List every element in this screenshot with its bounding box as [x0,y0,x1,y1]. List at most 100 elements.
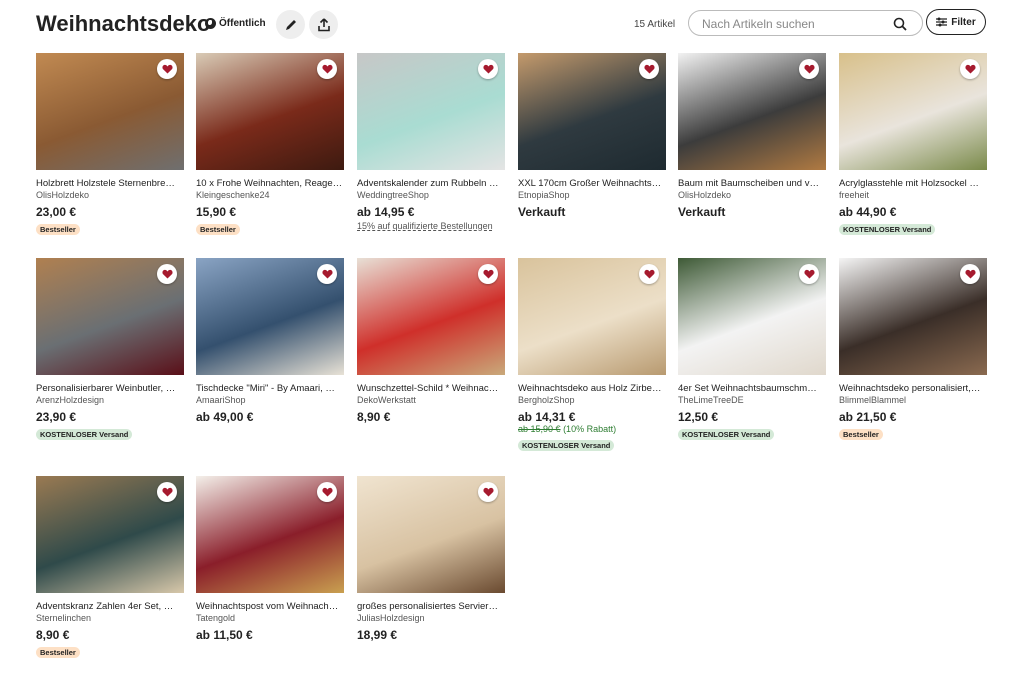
favorite-button[interactable] [799,264,819,284]
shop-name[interactable]: OlisHolzdeko [678,190,826,201]
listing-card[interactable]: XXL 170cm Großer Weihnachts… EtnopiaShop V… [518,53,666,219]
listing-title[interactable]: 4er Set Weihnachtsbaumschm… [678,383,826,395]
listing-badge: Bestseller [839,429,883,440]
shop-name[interactable]: ArenzHolzdesign [36,395,184,406]
favorite-button[interactable] [157,482,177,502]
listing-title[interactable]: Personalisierbarer Weinbutler, … [36,383,184,395]
listing-image[interactable] [36,258,184,375]
shop-name[interactable]: Sternelinchen [36,613,184,624]
favorite-button[interactable] [639,59,659,79]
filter-button[interactable]: Filter [926,9,986,35]
listing-card[interactable]: Baum mit Baumscheiben und v… OlisHolzdeko… [678,53,826,219]
listing-image[interactable] [36,53,184,170]
listing-title[interactable]: Tischdecke "Miri" - By Amaari, … [196,383,344,395]
listing-card[interactable]: Tischdecke "Miri" - By Amaari, … AmaariSh… [196,258,344,424]
listing-price: ab 49,00 € [196,410,254,424]
listing-title[interactable]: Adventskranz Zahlen 4er Set, … [36,601,184,613]
promo-text[interactable]: 15% auf qualifizierte Bestellungen [357,221,505,232]
listing-image[interactable] [357,258,505,375]
shop-name[interactable]: Kleingeschenke24 [196,190,344,201]
listing-card[interactable]: Acrylglasstehle mit Holzsockel … freeheit… [839,53,987,237]
listing-image[interactable] [839,53,987,170]
favorite-button[interactable] [478,59,498,79]
favorite-button[interactable] [157,264,177,284]
listing-card[interactable]: großes personalisiertes Servier… JuliasHo… [357,476,505,642]
heart-icon [643,64,655,74]
listing-image[interactable] [196,476,344,593]
listing-image[interactable] [518,53,666,170]
listing-image[interactable] [839,258,987,375]
favorite-button[interactable] [639,264,659,284]
shop-name[interactable]: AmaariShop [196,395,344,406]
listing-title[interactable]: Weihnachtsdeko aus Holz Zirbe… [518,383,666,395]
listing-image[interactable] [678,258,826,375]
search-input[interactable] [702,16,882,31]
listing-image[interactable] [196,258,344,375]
favorite-button[interactable] [960,59,980,79]
listing-card[interactable]: Personalisierbarer Weinbutler, … ArenzHol… [36,258,184,442]
listing-title[interactable]: XXL 170cm Großer Weihnachts… [518,178,666,190]
discount-label: (10% Rabatt) [563,424,617,434]
visibility-toggle[interactable]: Öffentlich [205,18,266,29]
listing-card[interactable]: Adventskranz Zahlen 4er Set, … Sternelinc… [36,476,184,660]
shop-name[interactable]: BlimmelBlammel [839,395,987,406]
favorite-button[interactable] [799,59,819,79]
listing-image[interactable] [36,476,184,593]
heart-icon [964,64,976,74]
heart-icon [482,487,494,497]
listing-title[interactable]: Adventskalender zum Rubbeln … [357,178,505,190]
heart-icon [321,269,333,279]
shop-name[interactable]: WeddingtreeShop [357,190,505,201]
heart-icon [161,269,173,279]
shop-name[interactable]: JuliasHolzdesign [357,613,505,624]
listing-price: 8,90 € [36,628,70,642]
listing-price: ab 44,90 € [839,205,897,219]
shop-name[interactable]: freeheit [839,190,987,201]
listing-card[interactable]: Holzbrett Holzstele Sternenbre… OlisHolzd… [36,53,184,237]
listing-image[interactable] [196,53,344,170]
favorite-button[interactable] [157,59,177,79]
favorite-button[interactable] [960,264,980,284]
listing-card[interactable]: Adventskalender zum Rubbeln … Weddingtree… [357,53,505,232]
shop-name[interactable]: OlisHolzdeko [36,190,184,201]
heart-icon [321,487,333,497]
listing-card[interactable]: Weihnachtspost vom Weihnach… Tatengold ab … [196,476,344,642]
favorite-button[interactable] [317,482,337,502]
listing-image[interactable] [357,53,505,170]
listing-image[interactable] [678,53,826,170]
listing-price: 23,90 € [36,410,77,424]
listing-title[interactable]: Baum mit Baumscheiben und v… [678,178,826,190]
listing-title[interactable]: Holzbrett Holzstele Sternenbre… [36,178,184,190]
share-button[interactable] [309,10,338,39]
listing-title[interactable]: großes personalisiertes Servier… [357,601,505,613]
filter-label: Filter [951,16,976,28]
listing-card[interactable]: Weihnachtsdeko personalisiert,… BlimmelBl… [839,258,987,442]
pencil-icon [285,19,296,30]
favorite-button[interactable] [478,264,498,284]
shop-name[interactable]: BergholzShop [518,395,666,406]
shop-name[interactable]: EtnopiaShop [518,190,666,201]
listing-card[interactable]: Wunschzettel-Schild * Weihnac… DekoWerkst… [357,258,505,424]
heart-icon [964,269,976,279]
shop-name[interactable]: DekoWerkstatt [357,395,505,406]
listing-title[interactable]: Weihnachtsdeko personalisiert,… [839,383,987,395]
edit-button[interactable] [276,10,305,39]
listing-price: ab 14,95 € [357,205,415,219]
listing-card[interactable]: 10 x Frohe Weihnachten, Reage… Kleingesch… [196,53,344,237]
shop-name[interactable]: TheLimeTreeDE [678,395,826,406]
search-box[interactable] [688,10,923,36]
search-icon[interactable] [893,17,907,31]
heart-icon [321,64,333,74]
listing-title[interactable]: Wunschzettel-Schild * Weihnac… [357,383,505,395]
favorite-button[interactable] [317,264,337,284]
listing-title[interactable]: 10 x Frohe Weihnachten, Reage… [196,178,344,190]
listing-card[interactable]: 4er Set Weihnachtsbaumschm… TheLimeTreeDE… [678,258,826,442]
listing-image[interactable] [518,258,666,375]
shop-name[interactable]: Tatengold [196,613,344,624]
listing-title[interactable]: Weihnachtspost vom Weihnach… [196,601,344,613]
listing-card[interactable]: Weihnachtsdeko aus Holz Zirbe… BergholzSh… [518,258,666,453]
favorite-button[interactable] [478,482,498,502]
favorite-button[interactable] [317,59,337,79]
listing-image[interactable] [357,476,505,593]
listing-title[interactable]: Acrylglasstehle mit Holzsockel … [839,178,987,190]
